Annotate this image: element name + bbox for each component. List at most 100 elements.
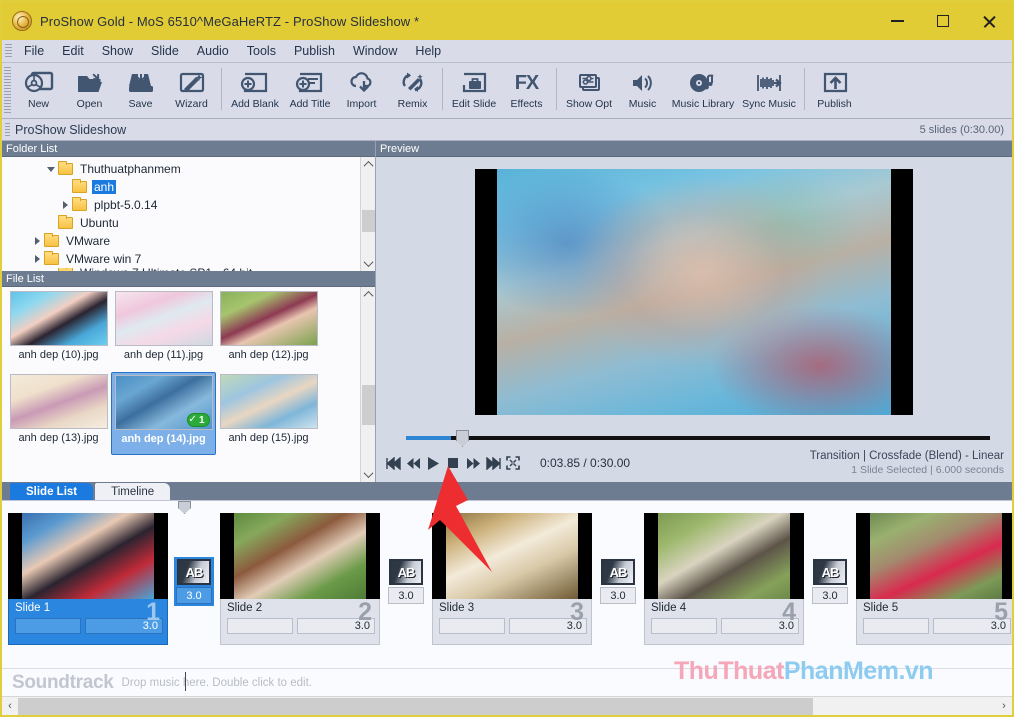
slide-fields: 3.0 bbox=[651, 618, 799, 634]
tab-timeline[interactable]: Timeline bbox=[95, 483, 171, 500]
slide-card[interactable]: Slide 3 3 3.0 bbox=[432, 513, 592, 645]
scroll-up-icon[interactable] bbox=[361, 157, 376, 172]
slide-card[interactable]: Slide 1 1 3.0 bbox=[8, 513, 168, 645]
menu-edit[interactable]: Edit bbox=[53, 41, 93, 61]
transition-card[interactable]: AB 3.0 bbox=[174, 513, 214, 606]
preview-timeline-track[interactable] bbox=[384, 430, 1004, 447]
fullscreen-button[interactable] bbox=[504, 452, 522, 474]
scrollbar-thumb[interactable] bbox=[362, 210, 375, 232]
tree-expander-closed[interactable] bbox=[30, 237, 44, 245]
tree-node-anh[interactable]: anh bbox=[2, 178, 360, 196]
tree-node-thuthuatphanmem[interactable]: Thuthuatphanmem bbox=[2, 160, 360, 178]
skip-to-start-button[interactable] bbox=[384, 452, 402, 474]
file-item-selected[interactable]: ✓ 1 anh dep (14).jpg bbox=[111, 372, 216, 455]
file-list-scrollbar[interactable] bbox=[360, 287, 375, 482]
transition-ab-icon[interactable]: AB bbox=[601, 559, 635, 585]
slide-caption-field[interactable] bbox=[227, 618, 293, 634]
file-item[interactable]: anh dep (11).jpg bbox=[111, 289, 216, 372]
transition-duration[interactable]: 3.0 bbox=[176, 587, 212, 604]
transition-ab-icon[interactable]: AB bbox=[813, 559, 847, 585]
scrollbar-thumb[interactable] bbox=[362, 385, 375, 425]
soundtrack-bar[interactable]: Soundtrack Drop music here. Double click… bbox=[2, 668, 1012, 696]
slide-caption-field[interactable] bbox=[439, 618, 505, 634]
tree-node-vmware[interactable]: VMware bbox=[2, 232, 360, 250]
rewind-button[interactable] bbox=[404, 452, 422, 474]
playback-time-display: 0:03.85 / 0:30.00 bbox=[540, 456, 631, 470]
tree-expander-closed[interactable] bbox=[58, 201, 72, 209]
menu-show[interactable]: Show bbox=[93, 41, 142, 61]
minimize-button[interactable] bbox=[874, 2, 920, 40]
skip-to-end-button[interactable] bbox=[484, 452, 502, 474]
slide-thumbnail bbox=[220, 513, 380, 599]
toolbar-add-title-button[interactable]: Add Title bbox=[284, 65, 336, 117]
scroll-right-icon[interactable]: › bbox=[996, 697, 1012, 715]
slide-caption-field[interactable] bbox=[863, 618, 929, 634]
file-item[interactable]: anh dep (12).jpg bbox=[216, 289, 321, 372]
maximize-button[interactable] bbox=[920, 2, 966, 40]
slide-card[interactable]: Slide 5 5 3.0 bbox=[856, 513, 1012, 645]
file-item[interactable]: anh dep (13).jpg bbox=[6, 372, 111, 455]
toolbar-edit-slide-button[interactable]: Edit Slide bbox=[447, 65, 501, 117]
menu-audio[interactable]: Audio bbox=[188, 41, 238, 61]
tree-expander-closed[interactable] bbox=[30, 255, 44, 263]
scroll-up-icon[interactable] bbox=[361, 287, 376, 302]
transition-ab-label: AB bbox=[185, 564, 204, 580]
toolbar-music-library-button[interactable]: Music Library bbox=[668, 65, 738, 117]
toolbar-effects-button[interactable]: FX Effects bbox=[501, 65, 552, 117]
toolbar-wizard-button[interactable]: Wizard bbox=[166, 65, 217, 117]
slide-card[interactable]: Slide 2 2 3.0 bbox=[220, 513, 380, 645]
file-item[interactable]: anh dep (10).jpg bbox=[6, 289, 111, 372]
toolbar-add-blank-button[interactable]: Add Blank bbox=[226, 65, 284, 117]
hscroll-thumb[interactable] bbox=[18, 697, 813, 715]
toolbar-new-button[interactable]: New bbox=[13, 65, 64, 117]
stop-button[interactable] bbox=[444, 452, 462, 474]
transition-card[interactable]: AB 3.0 bbox=[810, 513, 850, 606]
transition-ab-icon[interactable]: AB bbox=[389, 559, 423, 585]
menu-file[interactable]: File bbox=[15, 41, 53, 61]
transition-card[interactable]: AB 3.0 bbox=[386, 513, 426, 606]
timeline-playhead[interactable] bbox=[456, 430, 469, 447]
scroll-down-icon[interactable] bbox=[361, 256, 376, 271]
tree-node-ubuntu[interactable]: Ubuntu bbox=[2, 214, 360, 232]
toolbar-remix-button[interactable]: Remix bbox=[387, 65, 438, 117]
folder-list-scrollbar[interactable] bbox=[360, 157, 375, 271]
hscroll-track[interactable] bbox=[18, 697, 996, 715]
slide-card[interactable]: Slide 4 4 3.0 bbox=[644, 513, 804, 645]
tab-slide-list[interactable]: Slide List bbox=[10, 483, 94, 500]
file-grid[interactable]: anh dep (10).jpg anh dep (11).jpg anh de… bbox=[2, 287, 360, 482]
transition-ab-icon[interactable]: AB bbox=[177, 559, 211, 585]
menu-slide[interactable]: Slide bbox=[142, 41, 188, 61]
close-button[interactable] bbox=[966, 2, 1012, 40]
transition-card[interactable]: AB 3.0 bbox=[598, 513, 638, 606]
tree-node-plpbt[interactable]: plpbt-5.0.14 bbox=[2, 196, 360, 214]
menu-help[interactable]: Help bbox=[406, 41, 450, 61]
toolbar-show-opt-button[interactable]: Show Opt bbox=[561, 65, 617, 117]
menu-grip-handle[interactable] bbox=[5, 43, 12, 59]
transition-duration[interactable]: 3.0 bbox=[812, 587, 848, 604]
play-button[interactable] bbox=[424, 452, 442, 474]
transition-duration[interactable]: 3.0 bbox=[600, 587, 636, 604]
scroll-left-icon[interactable]: ‹ bbox=[2, 697, 18, 715]
transition-duration[interactable]: 3.0 bbox=[388, 587, 424, 604]
menu-window[interactable]: Window bbox=[344, 41, 406, 61]
file-item[interactable]: anh dep (15).jpg bbox=[216, 372, 321, 455]
document-grip-handle[interactable] bbox=[5, 122, 10, 137]
tree-expander-open[interactable] bbox=[44, 166, 58, 172]
toolbar-open-button[interactable]: Open bbox=[64, 65, 115, 117]
menu-tools[interactable]: Tools bbox=[238, 41, 285, 61]
scroll-down-icon[interactable] bbox=[361, 467, 376, 482]
menu-publish[interactable]: Publish bbox=[285, 41, 344, 61]
tree-node-vmware-win7[interactable]: VMware win 7 bbox=[2, 250, 360, 268]
toolbar-grip-handle[interactable] bbox=[4, 67, 11, 115]
toolbar-sync-music-button[interactable]: Sync Music bbox=[738, 65, 800, 117]
slide-caption-field[interactable] bbox=[15, 618, 81, 634]
toolbar-import-button[interactable]: Import bbox=[336, 65, 387, 117]
folder-tree[interactable]: Thuthuatphanmem anh plpbt-5.0.14 Ubuntu … bbox=[2, 157, 360, 271]
fast-forward-button[interactable] bbox=[464, 452, 482, 474]
toolbar-publish-button[interactable]: Publish bbox=[809, 65, 860, 117]
slide-caption-field[interactable] bbox=[651, 618, 717, 634]
toolbar-music-button[interactable]: Music bbox=[617, 65, 668, 117]
toolbar-save-button[interactable]: Save bbox=[115, 65, 166, 117]
horizontal-scrollbar[interactable]: ‹ › bbox=[2, 696, 1012, 715]
tree-node-label: VMware bbox=[66, 234, 111, 248]
